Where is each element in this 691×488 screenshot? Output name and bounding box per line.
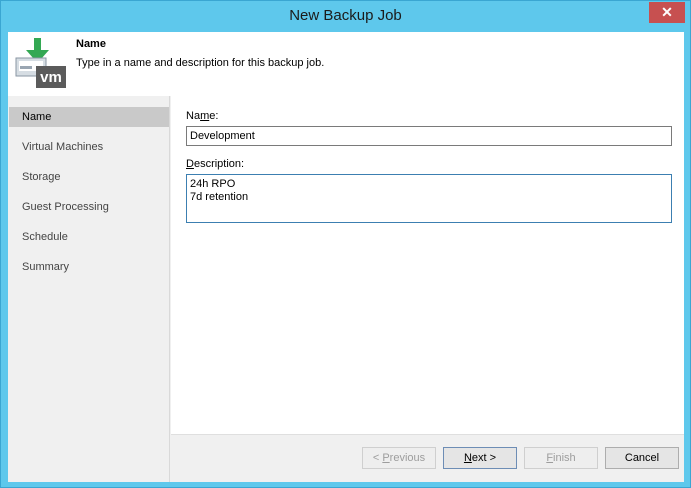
dialog-client-area: vm Name Type in a name and description f… xyxy=(8,32,684,482)
sidebar-item-summary[interactable]: Summary xyxy=(9,257,169,277)
close-button[interactable]: ✕ xyxy=(649,2,685,23)
next-button[interactable]: Next > xyxy=(443,447,517,469)
sidebar-item-virtual-machines[interactable]: Virtual Machines xyxy=(9,137,169,157)
description-textarea[interactable]: 24h RPO 7d retention xyxy=(186,174,672,223)
vm-backup-icon: vm xyxy=(14,36,70,92)
sidebar-item-name[interactable]: Name xyxy=(9,107,169,127)
step-header: vm Name Type in a name and description f… xyxy=(8,32,684,96)
sidebar-item-storage[interactable]: Storage xyxy=(9,167,169,187)
step-description: Type in a name and description for this … xyxy=(76,57,325,69)
sidebar-item-schedule[interactable]: Schedule xyxy=(9,227,169,247)
wizard-step-list: Name Virtual Machines Storage Guest Proc… xyxy=(8,96,170,482)
title-bar[interactable]: New Backup Job ✕ xyxy=(1,1,690,31)
previous-button[interactable]: < Previous xyxy=(362,447,436,469)
window-title: New Backup Job xyxy=(289,7,402,24)
name-label: Name: xyxy=(186,110,219,122)
description-label: Description: xyxy=(186,158,245,170)
finish-button[interactable]: Finish xyxy=(524,447,598,469)
name-input[interactable] xyxy=(186,126,672,146)
step-content: Name: Description: 24h RPO 7d retention xyxy=(171,96,684,434)
sidebar-item-guest-processing[interactable]: Guest Processing xyxy=(9,197,169,217)
step-title: Name xyxy=(76,38,106,50)
close-icon: ✕ xyxy=(661,4,673,20)
vm-badge-text: vm xyxy=(40,69,62,86)
dialog-window: New Backup Job ✕ vm Name Type in a name … xyxy=(0,0,691,488)
wizard-footer: < Previous Next > Finish Cancel xyxy=(171,434,684,482)
cancel-button[interactable]: Cancel xyxy=(605,447,679,469)
